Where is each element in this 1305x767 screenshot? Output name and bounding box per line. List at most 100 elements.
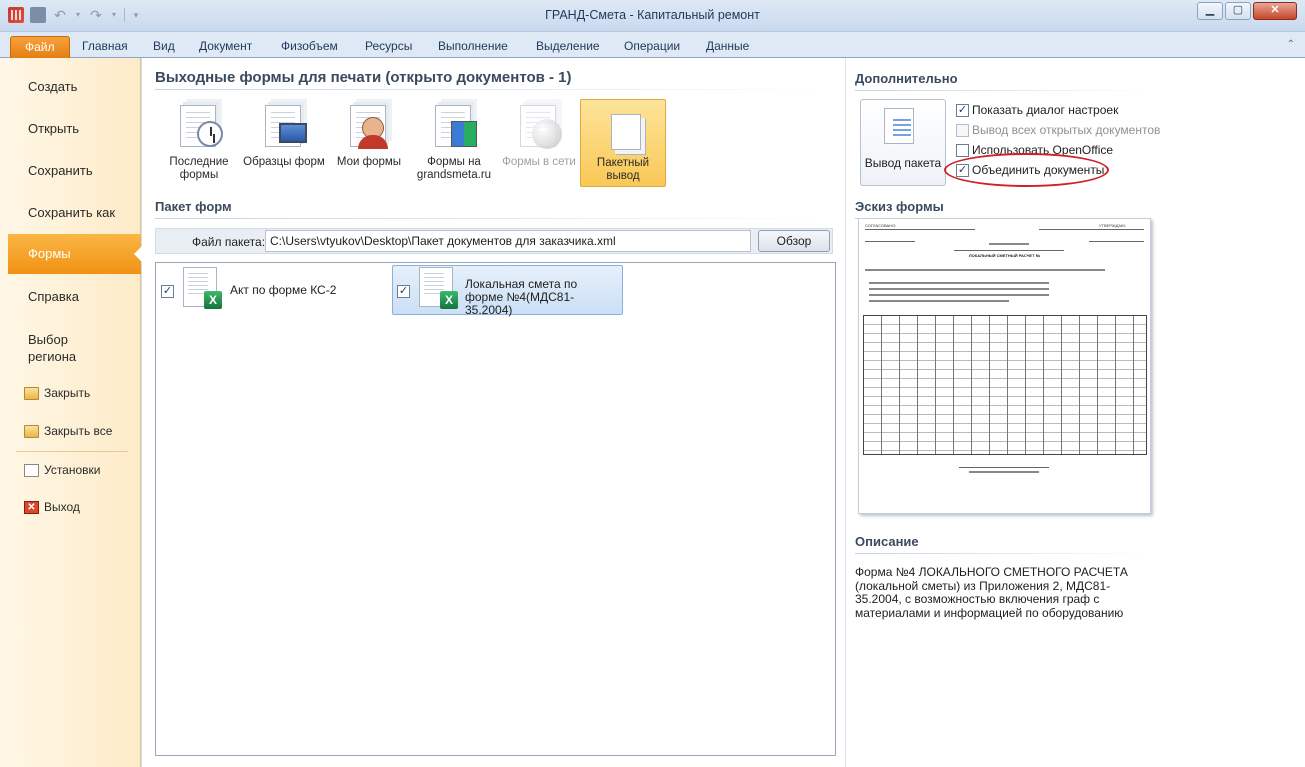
globe-icon xyxy=(532,119,562,149)
preview-text xyxy=(989,243,1029,245)
nav-close[interactable]: Закрыть xyxy=(24,386,90,400)
nav-divider xyxy=(16,451,128,452)
main-panel: Выходные формы для печати (открыто докум… xyxy=(142,58,1305,767)
form-label: Локальная смета по форме №4(МДС81-35.200… xyxy=(465,277,578,317)
checkbox[interactable]: ✓ xyxy=(956,103,969,117)
preview-doc-title: ЛОКАЛЬНЫЙ СМЕТНЫЙ РАСЧЕТ № xyxy=(968,253,1041,258)
output-packet-label: Вывод пакета xyxy=(864,156,942,170)
exit-icon: ✕ xyxy=(24,500,39,514)
tab-physical-volume[interactable]: Физобъем xyxy=(275,36,344,58)
preview-header-left: СОГЛАСОВАНО: xyxy=(865,223,897,228)
nav-help[interactable]: Справка xyxy=(8,289,140,304)
preview-text xyxy=(869,300,1009,302)
nav-close-label: Закрыть xyxy=(44,386,91,400)
checkbox[interactable] xyxy=(956,123,969,137)
preview-line xyxy=(865,229,975,230)
excel-document-icon xyxy=(183,267,222,309)
nav-save-as[interactable]: Сохранить как xyxy=(8,205,140,220)
sample-forms-button[interactable]: Образцы форм xyxy=(241,99,327,187)
checkbox[interactable] xyxy=(956,143,969,157)
clock-icon xyxy=(197,121,223,147)
my-forms-label: Мои формы xyxy=(336,156,402,168)
window-title: ГРАНД-Смета - Капитальный ремонт xyxy=(545,8,760,22)
tab-resources[interactable]: Ресурсы xyxy=(359,36,418,58)
nav-select-region[interactable]: Выбор региона xyxy=(8,331,140,365)
nav-create[interactable]: Создать xyxy=(8,79,140,94)
close-button[interactable]: ✕ xyxy=(1253,2,1297,20)
list-item[interactable]: ✓ Локальная смета по форме №4(МДС81-35.2… xyxy=(392,265,623,317)
description-title: Описание xyxy=(855,534,919,549)
batch-output-label: Пакетный вывод xyxy=(596,157,650,182)
form-checkbox[interactable]: ✓ xyxy=(161,285,174,298)
ribbon-minimize-icon[interactable]: ⌃ xyxy=(1287,39,1295,50)
grandsmeta-forms-label: Формы на grandsmeta.ru xyxy=(416,156,492,181)
title-bar: ↶ ▾ ↷ ▾ ▾ ГРАНД-Смета - Капитальный ремо… xyxy=(0,0,1305,32)
preview-line xyxy=(865,241,915,242)
page-title: Выходные формы для печати (открыто докум… xyxy=(155,69,572,86)
packet-section-title: Пакет форм xyxy=(155,199,232,214)
option-label: Вывод всех открытых документов xyxy=(972,123,1161,137)
sketch-title: Эскиз формы xyxy=(855,199,944,214)
option-label: Показать диалог настроек xyxy=(972,103,1119,117)
monitor-icon xyxy=(279,123,307,143)
tab-file[interactable]: Файл xyxy=(10,36,70,58)
minimize-button[interactable]: ▁ xyxy=(1197,2,1223,20)
tab-home[interactable]: Главная xyxy=(76,36,134,58)
batch-output-button[interactable]: Пакетный вывод xyxy=(580,99,666,187)
section-underline xyxy=(855,90,1155,91)
preview-text xyxy=(865,269,1105,271)
output-packet-button[interactable]: Вывод пакета xyxy=(860,99,946,186)
additional-title: Дополнительно xyxy=(855,71,958,86)
preview-header-right: УТВЕРЖДАЮ: xyxy=(1099,223,1127,228)
packet-file-label: Файл пакета: xyxy=(192,235,266,249)
browse-button[interactable]: Обзор xyxy=(758,230,830,252)
sample-forms-label: Образцы форм xyxy=(243,156,325,168)
nav-settings[interactable]: Установки xyxy=(24,463,100,477)
panel-divider xyxy=(845,58,846,767)
maximize-button[interactable]: ▢ xyxy=(1225,2,1251,20)
list-item[interactable]: ✓ Акт по форме КС-2 xyxy=(157,264,357,314)
grandsmeta-forms-button[interactable]: Формы на grandsmeta.ru xyxy=(411,99,497,187)
preview-text xyxy=(869,294,1049,296)
my-forms-button[interactable]: Мои формы xyxy=(326,99,412,187)
nav-forms[interactable]: Формы xyxy=(8,234,142,274)
nav-close-all-label: Закрыть все xyxy=(44,424,113,438)
section-underline xyxy=(855,553,1155,554)
table-document-icon xyxy=(884,108,914,144)
form-checkbox[interactable]: ✓ xyxy=(397,285,410,298)
tab-operations[interactable]: Операции xyxy=(618,36,686,58)
excel-document-icon xyxy=(419,267,458,309)
folder-icon xyxy=(24,424,39,438)
highlight-annotation xyxy=(944,153,1109,187)
option-show-settings-dialog[interactable]: ✓ Показать диалог настроек xyxy=(956,103,1118,117)
tab-selection[interactable]: Выделение xyxy=(530,36,606,58)
option-output-all-documents[interactable]: Вывод всех открытых документов xyxy=(956,123,1160,137)
network-forms-button[interactable]: Формы в сети xyxy=(496,99,582,187)
recent-forms-button[interactable]: Последние формы xyxy=(156,99,242,187)
preview-text xyxy=(869,288,1049,290)
preview-text xyxy=(869,282,1049,284)
preview-text xyxy=(969,471,1039,473)
preview-line xyxy=(954,250,1064,251)
backstage-nav: Создать Открыть Сохранить Сохранить как … xyxy=(0,58,142,767)
form-preview: СОГЛАСОВАНО: УТВЕРЖДАЮ: ЛОКАЛЬНЫЙ СМЕТНЫ… xyxy=(858,218,1151,514)
window-controls: ▁ ▢ ✕ xyxy=(1197,2,1297,20)
tab-execution[interactable]: Выполнение xyxy=(432,36,514,58)
preview-table xyxy=(863,315,1147,455)
packet-file-input[interactable]: C:\Users\vtyukov\Desktop\Пакет документо… xyxy=(265,230,751,252)
preview-line xyxy=(1089,241,1144,242)
title-underline xyxy=(155,89,835,90)
nav-exit-label: Выход xyxy=(44,500,80,514)
tab-data[interactable]: Данные xyxy=(700,36,755,58)
tab-view[interactable]: Вид xyxy=(147,36,181,58)
nav-open[interactable]: Открыть xyxy=(8,121,140,136)
nav-close-all[interactable]: Закрыть все xyxy=(24,424,112,438)
description-text: Форма №4 ЛОКАЛЬНОГО СМЕТНОГО РАСЧЕТА (ло… xyxy=(855,565,1128,620)
nav-exit[interactable]: ✕ Выход xyxy=(24,500,80,514)
settings-icon xyxy=(24,463,39,477)
nav-save[interactable]: Сохранить xyxy=(8,163,140,178)
blocks-icon xyxy=(451,121,477,147)
tab-document[interactable]: Документ xyxy=(193,36,258,58)
section-underline xyxy=(155,218,835,219)
preview-line xyxy=(1039,229,1144,230)
